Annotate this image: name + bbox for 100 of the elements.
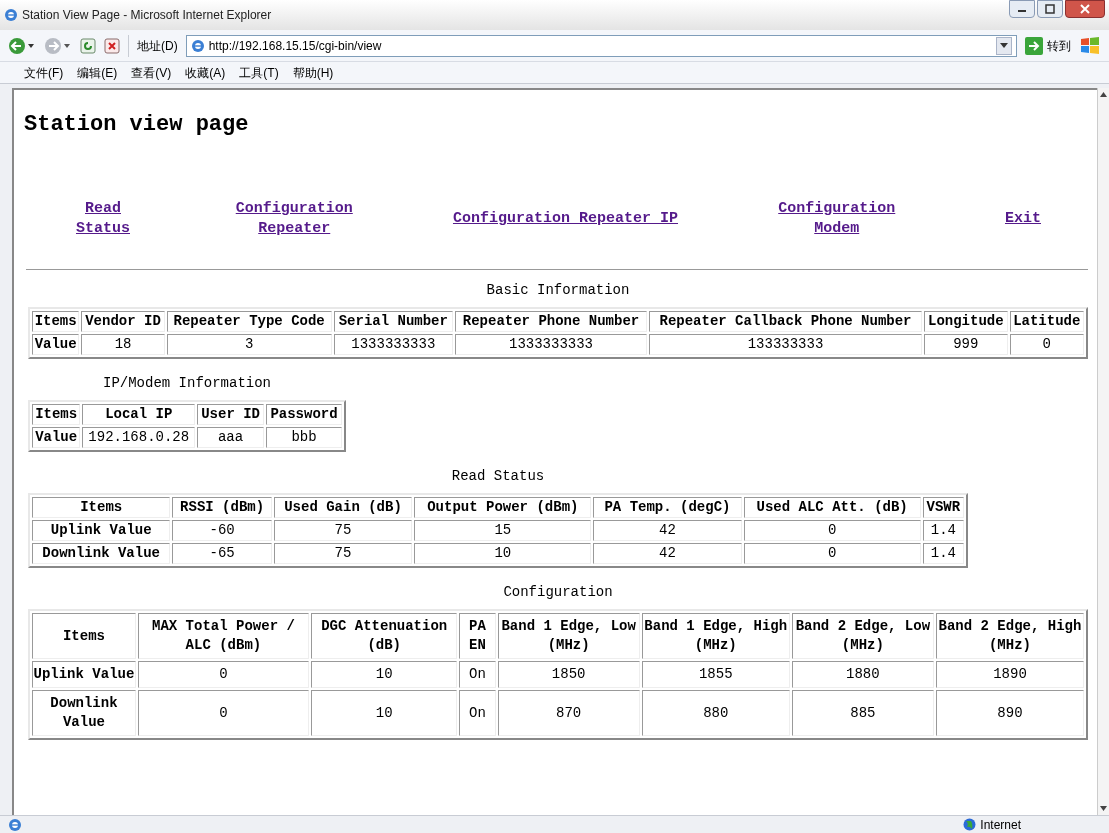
status-page-icon xyxy=(8,817,22,832)
table-cell: 0 xyxy=(743,520,921,541)
table-cell: 1333333333 xyxy=(333,334,454,355)
caret-icon xyxy=(1000,43,1008,48)
forward-arrow-icon xyxy=(44,36,72,55)
table-cell: 1890 xyxy=(935,661,1084,688)
table-cell: -65 xyxy=(172,543,272,564)
row-header: Downlink Value xyxy=(32,690,136,736)
table-title: Read Status xyxy=(451,467,545,486)
menu-item[interactable]: 编辑(E) xyxy=(77,63,118,82)
column-header: Repeater Type Code xyxy=(166,311,332,332)
table-cell: 15 xyxy=(414,520,592,541)
table-cell: 10 xyxy=(311,690,458,736)
table-cell: On xyxy=(459,690,496,736)
windows-logo-icon xyxy=(1079,34,1101,57)
table-cell: 880 xyxy=(641,690,790,736)
column-header: Used Gain (dB) xyxy=(273,497,413,518)
table-cell: 885 xyxy=(791,690,934,736)
table-cell: 1.4 xyxy=(922,520,964,541)
table-cell: 0 xyxy=(137,690,309,736)
close-button[interactable] xyxy=(1065,0,1105,18)
table-cell: -60 xyxy=(172,520,272,541)
table-title: Configuration xyxy=(503,583,613,602)
stop-icon xyxy=(104,37,120,54)
window-title: Station View Page - Microsoft Internet Explorer xyxy=(22,7,272,24)
column-header: Longitude xyxy=(924,311,1008,332)
stop-button[interactable] xyxy=(104,37,120,54)
maximize-icon xyxy=(1045,4,1055,14)
column-header: PA EN xyxy=(459,613,496,659)
table-title: Basic Information xyxy=(486,281,630,300)
table-cell: 0 xyxy=(743,543,921,564)
menu-item[interactable]: 工具(T) xyxy=(239,63,279,82)
page-heading: Station view page xyxy=(24,111,250,139)
nav-link[interactable]: Read Status xyxy=(68,199,138,239)
table-cell: bbb xyxy=(265,427,342,448)
column-header: Repeater Phone Number xyxy=(455,311,647,332)
scrollbar[interactable] xyxy=(1097,88,1109,815)
table-cell: 1880 xyxy=(791,661,934,688)
table-cell: 1850 xyxy=(497,661,640,688)
table-cell: 10 xyxy=(311,661,458,688)
table-cell: 890 xyxy=(935,690,1084,736)
address-field[interactable]: http://192.168.15.15/cgi-bin/view xyxy=(185,34,1017,57)
column-header: Local IP xyxy=(82,404,196,425)
column-header: Output Power (dBm) xyxy=(414,497,592,518)
row-header: Value xyxy=(32,334,80,355)
nav-link[interactable]: Configuration Repeater xyxy=(224,199,365,239)
maximize-button[interactable] xyxy=(1037,0,1063,18)
column-header: VSWR xyxy=(922,497,964,518)
down-arrow-icon xyxy=(1100,806,1107,811)
refresh-button[interactable] xyxy=(80,37,96,54)
column-header: Serial Number xyxy=(333,311,454,332)
browser-icon xyxy=(4,8,18,22)
table-cell: 10 xyxy=(414,543,592,564)
nav-link[interactable]: Configuration Repeater IP xyxy=(450,209,681,229)
column-header: DGC Attenuation (dB) xyxy=(311,613,458,659)
column-header: Latitude xyxy=(1009,311,1084,332)
zone-label: Internet xyxy=(980,816,1021,833)
forward-button[interactable] xyxy=(44,36,72,55)
column-header: MAX Total Power / ALC (dBm) xyxy=(137,613,309,659)
back-arrow-icon xyxy=(8,36,36,55)
column-header: Band 1 Edge, High (MHz) xyxy=(641,613,790,659)
column-header: Items xyxy=(32,497,171,518)
up-arrow-icon xyxy=(1100,92,1107,97)
go-button[interactable]: 转到 xyxy=(1025,36,1071,55)
table-cell: 1855 xyxy=(641,661,790,688)
column-header: Password xyxy=(265,404,342,425)
column-header: User ID xyxy=(197,404,264,425)
column-header: Band 2 Edge, High (MHz) xyxy=(935,613,1084,659)
menu-item[interactable]: 收藏(A) xyxy=(185,63,226,82)
menu-item[interactable]: 查看(V) xyxy=(131,63,172,82)
column-header: Items xyxy=(32,613,136,659)
table-cell: On xyxy=(459,661,496,688)
column-header: Used ALC Att. (dB) xyxy=(743,497,921,518)
column-header: PA Temp. (degC) xyxy=(593,497,742,518)
column-header: Band 1 Edge, Low (MHz) xyxy=(497,613,640,659)
table-cell: 0 xyxy=(1009,334,1084,355)
refresh-icon xyxy=(80,37,96,54)
column-header: Items xyxy=(32,404,81,425)
table-cell: 1333333333 xyxy=(455,334,647,355)
table-cell: 1.4 xyxy=(922,543,964,564)
globe-icon xyxy=(963,818,977,831)
minimize-button[interactable] xyxy=(1009,0,1035,18)
table-cell: 18 xyxy=(81,334,165,355)
url-text: http://192.168.15.15/cgi-bin/view xyxy=(208,37,383,55)
table-cell: 75 xyxy=(273,543,413,564)
table-cell: 42 xyxy=(593,543,742,564)
table-cell: 133333333 xyxy=(648,334,923,355)
nav-link[interactable]: Configuration Modem xyxy=(766,199,907,239)
table-title: IP/Modem Information xyxy=(103,374,271,393)
row-header: Downlink Value xyxy=(32,543,171,564)
table-cell: aaa xyxy=(197,427,264,448)
menu-item[interactable]: 帮助(H) xyxy=(292,63,334,82)
column-header: Repeater Callback Phone Number xyxy=(648,311,923,332)
dropdown-button[interactable] xyxy=(996,36,1012,55)
table-cell: 0 xyxy=(137,661,309,688)
menu-item[interactable]: 文件(F) xyxy=(24,63,64,82)
column-header: Band 2 Edge, Low (MHz) xyxy=(791,613,934,659)
nav-link[interactable]: Exit xyxy=(993,209,1053,229)
column-header: Items xyxy=(32,311,80,332)
back-button[interactable] xyxy=(8,36,36,55)
